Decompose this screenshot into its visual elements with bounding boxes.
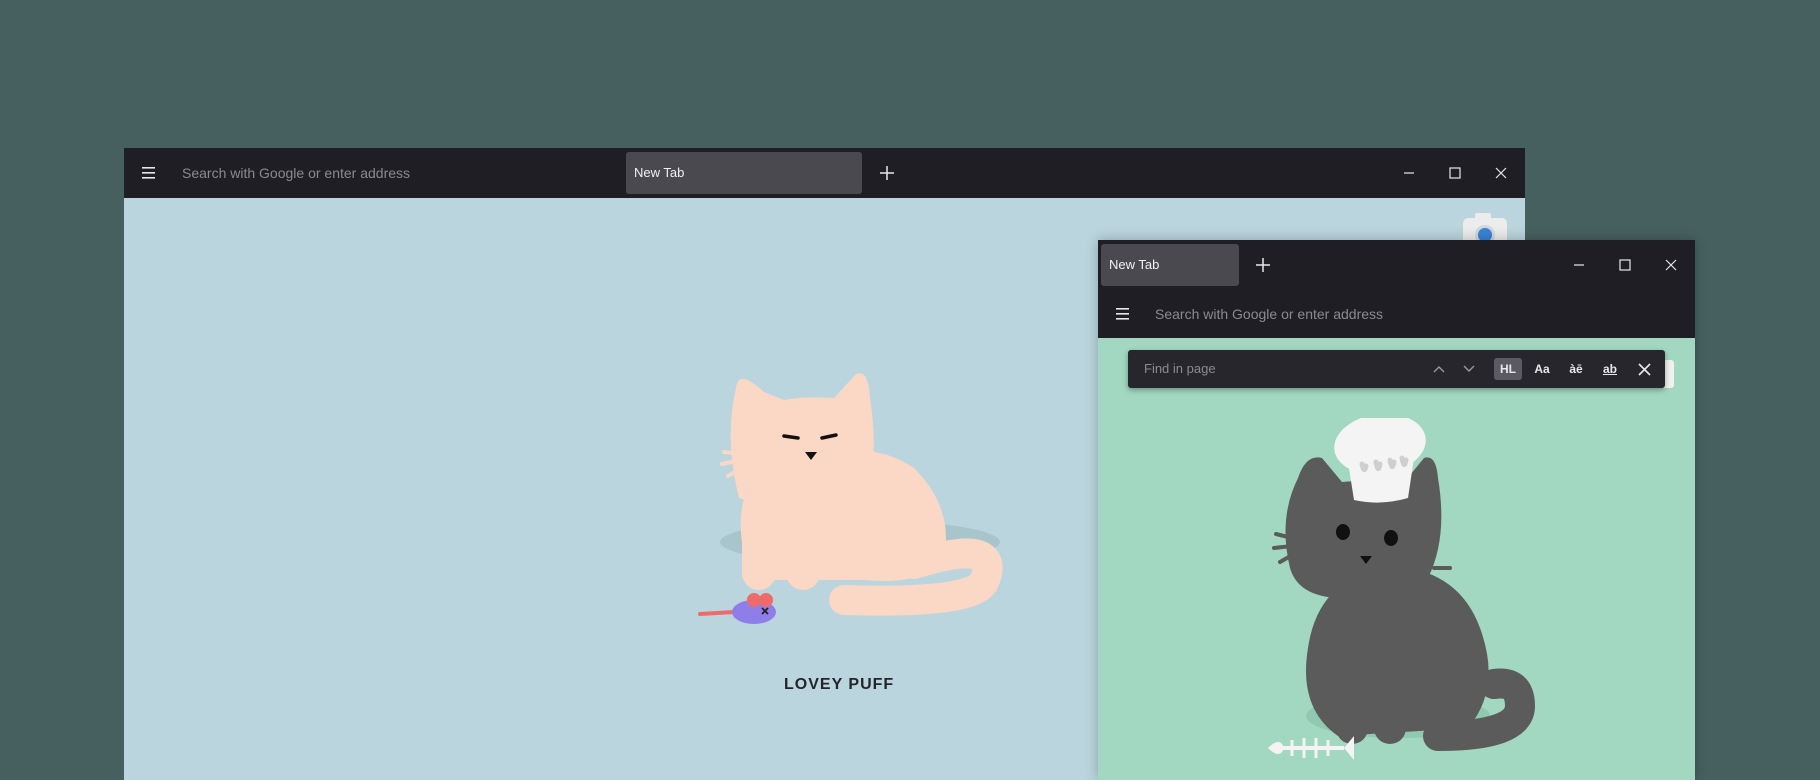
find-input[interactable]: Find in page bbox=[1144, 350, 1216, 388]
maximize-icon bbox=[1619, 259, 1631, 271]
back-toolbar: Search with Google or enter address New … bbox=[124, 148, 1525, 198]
find-next-button[interactable] bbox=[1458, 358, 1480, 380]
close-icon bbox=[1637, 362, 1651, 376]
maximize-icon bbox=[1449, 167, 1461, 179]
match-diacritics-toggle[interactable]: àē bbox=[1562, 358, 1590, 380]
front-tabstrip: New Tab bbox=[1098, 240, 1695, 290]
page-caption: LOVEY PUFF bbox=[784, 676, 895, 693]
front-toolbar: Search with Google or enter address bbox=[1098, 290, 1695, 338]
find-bar: Find in page HL Aa àē ab bbox=[1128, 350, 1665, 388]
address-placeholder: Search with Google or enter address bbox=[182, 165, 411, 181]
address-bar[interactable]: Search with Google or enter address bbox=[1155, 306, 1383, 322]
minimize-button[interactable] bbox=[1568, 254, 1590, 276]
plus-icon bbox=[880, 166, 894, 180]
address-bar[interactable]: Search with Google or enter address bbox=[182, 165, 410, 181]
close-icon bbox=[1495, 167, 1507, 179]
close-button[interactable] bbox=[1490, 162, 1512, 184]
front-browser-window: New Tab Search with Google or enter addr… bbox=[1098, 240, 1695, 780]
chevron-up-icon bbox=[1433, 366, 1445, 373]
highlight-all-toggle[interactable]: HL bbox=[1494, 358, 1522, 380]
address-placeholder: Search with Google or enter address bbox=[1155, 306, 1384, 322]
whole-words-toggle[interactable]: ab bbox=[1596, 358, 1624, 380]
new-tab-button[interactable] bbox=[1252, 254, 1274, 276]
hamburger-menu-icon[interactable] bbox=[142, 166, 156, 180]
close-button[interactable] bbox=[1660, 254, 1682, 276]
new-tab-page: Find in page HL Aa àē ab bbox=[1098, 338, 1695, 780]
cat-illustration bbox=[698, 373, 1003, 624]
tab-label: New Tab bbox=[634, 165, 685, 180]
chef-cat-illustration bbox=[1268, 418, 1536, 760]
minimize-button[interactable] bbox=[1398, 162, 1420, 184]
tab-new-tab[interactable]: New Tab bbox=[626, 152, 862, 194]
tab-new-tab[interactable]: New Tab bbox=[1101, 244, 1239, 286]
hamburger-menu-icon[interactable] bbox=[1116, 307, 1130, 321]
find-previous-button[interactable] bbox=[1428, 358, 1450, 380]
close-icon bbox=[1665, 259, 1677, 271]
tab-label: New Tab bbox=[1109, 257, 1160, 272]
new-tab-button[interactable] bbox=[876, 162, 898, 184]
chevron-down-icon bbox=[1463, 365, 1475, 372]
maximize-button[interactable] bbox=[1444, 162, 1466, 184]
maximize-button[interactable] bbox=[1614, 254, 1636, 276]
minimize-icon bbox=[1404, 172, 1414, 174]
find-close-button[interactable] bbox=[1632, 358, 1656, 380]
match-case-toggle[interactable]: Aa bbox=[1528, 358, 1556, 380]
minimize-icon bbox=[1574, 264, 1584, 266]
plus-icon bbox=[1256, 258, 1270, 272]
